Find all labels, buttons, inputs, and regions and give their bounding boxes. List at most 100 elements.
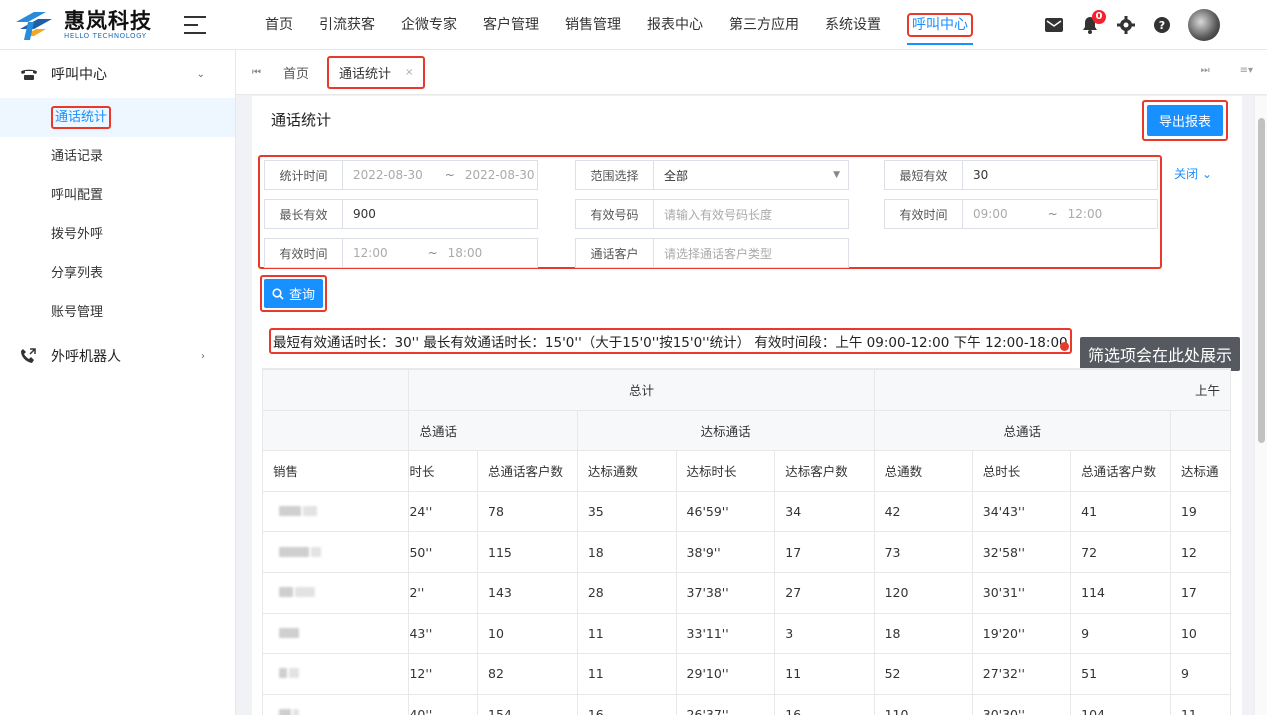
table-corner — [262, 369, 410, 411]
sidebar: 呼叫中心 ⌄ 通话统计 通话记录 呼叫配置 拨号外呼 分享列表 账号管理 外呼机… — [0, 50, 236, 715]
tabs-last-icon[interactable]: ⏭ — [1201, 65, 1210, 76]
table-cell: 11 — [774, 653, 875, 695]
menu-toggle-icon[interactable] — [184, 16, 206, 34]
valid-time-morning-input[interactable]: 09:00 ~ 12:00 — [962, 199, 1158, 229]
table-cell: 34'43'' — [971, 490, 1072, 533]
table-sub-total-calls-morning: 总通话 — [873, 409, 1171, 452]
table-cell: 12'' — [408, 653, 478, 695]
help-icon[interactable]: ? — [1153, 16, 1171, 34]
logo[interactable]: 惠岚科技 HELLO TECHNOLOGY — [12, 6, 162, 44]
table-cell: 11 — [576, 612, 677, 655]
nav-third-party-apps[interactable]: 第三方应用 — [716, 0, 812, 50]
table-cell: 16 — [576, 693, 677, 715]
stat-time-range-input[interactable]: 2022-08-30 ~ 2022-08-30 — [342, 160, 538, 190]
stat-time-start: 2022-08-30 — [353, 168, 423, 182]
stat-time-end: 2022-08-30 — [464, 168, 535, 182]
table-cell: 30'31'' — [971, 571, 1072, 614]
tab-call-statistics[interactable]: 通话统计 × — [327, 55, 426, 89]
table-cell: 27'32'' — [971, 653, 1072, 695]
page-title: 通话统计 — [271, 111, 332, 129]
nav-call-center[interactable]: 呼叫中心 — [894, 0, 986, 50]
sidebar-item-call-statistics[interactable]: 通话统计 — [0, 98, 235, 137]
sales-name-redacted — [262, 653, 410, 695]
table-row[interactable]: 12'' 82 11 29'10'' 11 52 27'32'' 51 9 — [262, 653, 1231, 695]
mail-icon[interactable] — [1045, 16, 1063, 34]
nav-sales-management[interactable]: 销售管理 — [552, 0, 634, 50]
call-customer-select[interactable]: 请选择通话客户类型 — [653, 238, 849, 268]
column-header: 达标通数 — [576, 450, 677, 492]
table-row[interactable]: 50'' 115 18 38'9'' 17 73 32'58'' 72 12 — [262, 531, 1231, 573]
collapse-filters-link[interactable]: 关闭 ⌄ — [1174, 165, 1212, 182]
min-valid-input[interactable]: 30 — [962, 160, 1158, 190]
valid-number-input[interactable]: 请输入有效号码长度 — [653, 199, 849, 229]
table-cell: 17 — [774, 531, 875, 573]
table-cell: 33'11'' — [675, 612, 776, 655]
nav-system-settings[interactable]: 系统设置 — [812, 0, 894, 50]
table-row[interactable]: 2'' 143 28 37'38'' 27 120 30'31'' 114 17 — [262, 571, 1231, 614]
export-report-button[interactable]: 导出报表 — [1146, 105, 1223, 136]
table-cell: 110 — [873, 693, 973, 715]
column-header: 达标时长 — [675, 450, 776, 492]
table-cell: 11 — [576, 653, 677, 695]
settings-gear-icon[interactable] — [1117, 16, 1135, 34]
valid-time-morning-label: 有效时间 — [884, 199, 962, 229]
nav-customer-management[interactable]: 客户管理 — [470, 0, 552, 50]
max-valid-label: 最长有效 — [264, 199, 342, 229]
scope-value: 全部 — [664, 168, 689, 183]
table-cell: 40'' — [408, 693, 478, 715]
max-valid-input[interactable]: 900 — [342, 199, 538, 229]
table-row[interactable]: 24'' 78 35 46'59'' 34 42 34'43'' 41 19 — [262, 490, 1231, 533]
telephone-icon — [20, 67, 38, 81]
sidebar-group-outbound-robot[interactable]: 外呼机器人 › — [0, 332, 235, 380]
nav-home[interactable]: 首页 — [252, 0, 306, 50]
table-cell: 78 — [477, 490, 578, 533]
table-cell: 17 — [1169, 571, 1231, 614]
tabs-menu-icon[interactable]: ≡▾ — [1240, 65, 1253, 76]
nav-lead-generation[interactable]: 引流获客 — [306, 0, 388, 50]
table-row[interactable]: 40'' 154 16 26'37'' 16 110 30'30'' 104 11 — [262, 693, 1231, 715]
query-button-frame: 查询 — [260, 275, 328, 312]
tab-close-icon[interactable]: × — [405, 67, 413, 78]
valid-time-afternoon-input[interactable]: 12:00 ~ 18:00 — [342, 238, 538, 268]
sidebar-group-label: 外呼机器人 — [51, 349, 121, 365]
table-cell: 16 — [774, 693, 875, 715]
table-cell: 43'' — [408, 612, 478, 655]
sales-name-redacted — [262, 490, 410, 533]
column-header: 总通话客户数 — [1070, 450, 1171, 492]
annotation-dot — [1060, 342, 1069, 351]
user-avatar[interactable] — [1188, 9, 1220, 41]
table-row[interactable]: 43'' 10 11 33'11'' 3 18 19'20'' 9 10 — [262, 612, 1231, 655]
query-button[interactable]: 查询 — [264, 279, 324, 308]
sidebar-group-call-center[interactable]: 呼叫中心 ⌄ — [0, 50, 235, 98]
brand-subtitle: HELLO TECHNOLOGY — [64, 31, 147, 40]
nav-wecom-expert[interactable]: 企微专家 — [388, 0, 470, 50]
scope-select[interactable]: 全部 ▼ — [653, 160, 849, 190]
column-header: 总时长 — [971, 450, 1072, 492]
scrollbar-thumb[interactable] — [1258, 118, 1265, 443]
tab-home[interactable]: 首页 — [283, 63, 309, 82]
main-content: 通话统计 导出报表 统计时间 2022-08-30 ~ 2022-08-30 范… — [252, 96, 1242, 715]
sidebar-item-call-records[interactable]: 通话记录 — [0, 137, 235, 176]
column-header: 总通话客户数 — [477, 450, 578, 492]
sidebar-item-label: 拨号外呼 — [51, 227, 104, 242]
table-cell: 9 — [1070, 612, 1171, 655]
nav-report-center[interactable]: 报表中心 — [634, 0, 716, 50]
sidebar-item-share-list[interactable]: 分享列表 — [0, 254, 235, 293]
table-cell: 18 — [576, 531, 677, 573]
top-bar: 惠岚科技 HELLO TECHNOLOGY 首页 引流获客 企微专家 客户管理 … — [0, 0, 1267, 50]
table-cell: 18 — [873, 612, 973, 655]
table-sub-qualified-calls: 达标通话 — [576, 409, 875, 452]
chevron-down-icon: ⌄ — [1201, 167, 1212, 181]
sidebar-item-outbound-dial[interactable]: 拨号外呼 — [0, 215, 235, 254]
table-cell: 10 — [1169, 612, 1231, 655]
sidebar-item-account-management[interactable]: 账号管理 — [0, 293, 235, 332]
vertical-scrollbar[interactable] — [1254, 96, 1267, 715]
logo-mark-icon — [12, 8, 56, 42]
column-header: 达标客户数 — [774, 450, 875, 492]
export-report-button-frame: 导出报表 — [1141, 100, 1228, 141]
sidebar-item-label: 通话统计 — [51, 106, 112, 129]
tabs-first-icon[interactable]: ⏮ — [252, 67, 261, 78]
notification-bell-icon[interactable]: 0 — [1081, 10, 1106, 34]
sidebar-item-call-config[interactable]: 呼叫配置 — [0, 176, 235, 215]
dark-mode-icon[interactable] — [1009, 16, 1027, 34]
